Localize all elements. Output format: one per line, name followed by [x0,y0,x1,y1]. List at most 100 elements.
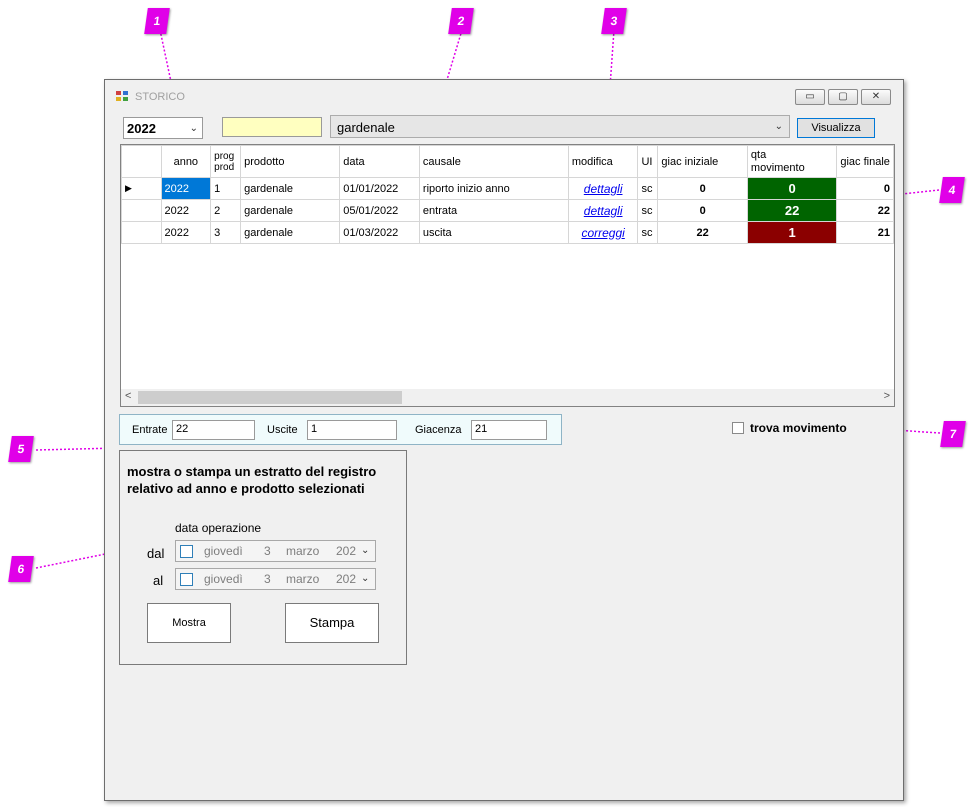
callout-4: 4 [939,177,965,203]
chevron-down-icon[interactable]: ⌄ [361,573,369,584]
giacenza-label: Giacenza [415,424,462,436]
product-select[interactable]: gardenale ⌄ [330,115,790,138]
cell-data[interactable]: 01/03/2022 [339,221,420,244]
cell-um[interactable]: sc [637,221,659,244]
row-header [121,199,162,222]
scroll-right-icon[interactable]: > [884,390,890,402]
scroll-left-icon[interactable]: < [125,390,131,402]
row-header-corner [121,145,162,178]
uscite-field[interactable]: 1 [307,420,397,440]
cell-giac-finale[interactable]: 21 [836,221,894,244]
storico-window: STORICO ▭ ▢ ✕ 2022 ⌄ gardenale ⌄ Visuali… [104,79,904,801]
col-header-qta[interactable]: qta movimento [746,145,838,178]
cell-qta-movimento[interactable]: 1 [746,221,838,244]
col-header-prog[interactable]: prog prod [210,145,242,178]
cell-giac-finale[interactable]: 22 [836,199,894,222]
checkbox-icon[interactable] [180,545,193,558]
table-row[interactable]: 2022 3 gardenale 01/03/2022 uscita corre… [121,221,894,244]
col-header-giac-finale[interactable]: giac finale [836,145,894,178]
callout-6: 6 [8,556,34,582]
visualizza-button[interactable]: Visualizza [797,118,875,138]
col-header-um[interactable]: UI [637,145,659,178]
cell-prog[interactable]: 2 [210,199,242,222]
cell-anno[interactable]: 2022 [160,177,212,200]
col-header-prog-line2: prod [214,161,235,173]
totals-panel: Entrate 22 Uscite 1 Giacenza 21 [119,414,562,445]
trova-movimento-label: trova movimento [750,420,847,435]
callout-1: 1 [144,8,170,34]
window-title: STORICO [135,91,185,103]
cell-giac-iniziale[interactable]: 0 [657,177,748,200]
col-header-qta-line2: movimento [750,161,805,174]
cell-anno[interactable]: 2022 [160,199,212,222]
callout-7: 7 [940,421,966,447]
entrate-label: Entrate [132,424,168,436]
uscite-label: Uscite [267,424,298,436]
cell-prog[interactable]: 1 [210,177,242,200]
cell-causale[interactable]: riporto inizio anno [418,177,569,200]
cell-um[interactable]: sc [637,199,659,222]
cell-causale[interactable]: uscita [418,221,569,244]
data-operazione-label: data operazione [175,521,262,535]
dal-day: 3 [264,544,271,558]
al-day: 3 [264,572,271,586]
product-value: gardenale [337,120,395,135]
al-weekday: giovedì [204,572,243,586]
dal-month: marzo [286,544,320,558]
col-header-giac-iniziale[interactable]: giac iniziale [657,145,748,178]
checkbox-icon[interactable] [180,573,193,586]
year-select[interactable]: 2022 ⌄ [123,117,203,139]
dal-date-picker[interactable]: giovedì 3 marzo 202 ⌄ [175,540,376,562]
movements-table: anno prog prod prodotto data causale modi… [121,145,894,244]
giacenza-field[interactable]: 21 [471,420,547,440]
entrate-field[interactable]: 22 [172,420,255,440]
cell-giac-iniziale[interactable]: 22 [657,221,748,244]
chevron-down-icon[interactable]: ⌄ [361,545,369,556]
checkbox-icon[interactable] [732,421,744,434]
table-header-row: anno prog prod prodotto data causale modi… [121,145,894,178]
dettagli-link[interactable]: dettagli [567,199,639,222]
trova-movimento-checkbox[interactable]: trova movimento [732,420,847,435]
product-code-input[interactable] [222,117,322,137]
horizontal-scrollbar[interactable]: < > [121,389,894,406]
callout-5: 5 [8,436,34,462]
maximize-button[interactable]: ▢ [828,89,858,105]
cell-giac-iniziale[interactable]: 0 [657,199,748,222]
scrollbar-thumb[interactable] [138,391,402,404]
col-header-anno[interactable]: anno [160,145,212,178]
title-bar: STORICO ▭ ▢ ✕ [105,80,903,110]
cell-um[interactable]: sc [637,177,659,200]
table-row[interactable]: ▶ 2022 1 gardenale 01/01/2022 riporto in… [121,177,894,200]
dal-weekday: giovedì [204,544,243,558]
cell-anno[interactable]: 2022 [160,221,212,244]
close-button[interactable]: ✕ [861,89,891,105]
stampa-button[interactable]: Stampa [285,603,379,643]
cell-data[interactable]: 05/01/2022 [339,199,420,222]
minimize-button[interactable]: ▭ [795,89,825,105]
correggi-link[interactable]: correggi [567,221,639,244]
col-header-qta-line1: qta [750,148,767,161]
cell-giac-finale[interactable]: 0 [836,177,894,200]
col-header-modifica[interactable]: modifica [567,145,639,178]
mostra-button[interactable]: Mostra [147,603,231,643]
cell-causale[interactable]: entrata [418,199,569,222]
cell-data[interactable]: 01/01/2022 [339,177,420,200]
dettagli-link[interactable]: dettagli [567,177,639,200]
col-header-prodotto[interactable]: prodotto [240,145,341,178]
col-header-data[interactable]: data [339,145,420,178]
cell-prodotto[interactable]: gardenale [240,199,341,222]
al-date-picker[interactable]: giovedì 3 marzo 202 ⌄ [175,568,376,590]
movements-grid[interactable]: anno prog prod prodotto data causale modi… [120,144,895,407]
cell-prog[interactable]: 3 [210,221,242,244]
al-year: 202 [336,572,357,586]
estratto-panel: mostra o stampa un estratto del registro… [119,450,407,665]
al-month: marzo [286,572,320,586]
dal-label: dal [147,546,165,561]
cell-qta-movimento[interactable]: 0 [746,177,838,200]
chevron-down-icon: ⌄ [774,121,783,132]
cell-prodotto[interactable]: gardenale [240,177,341,200]
cell-prodotto[interactable]: gardenale [240,221,341,244]
cell-qta-movimento[interactable]: 22 [746,199,838,222]
table-row[interactable]: 2022 2 gardenale 05/01/2022 entrata dett… [121,199,894,222]
col-header-causale[interactable]: causale [418,145,569,178]
